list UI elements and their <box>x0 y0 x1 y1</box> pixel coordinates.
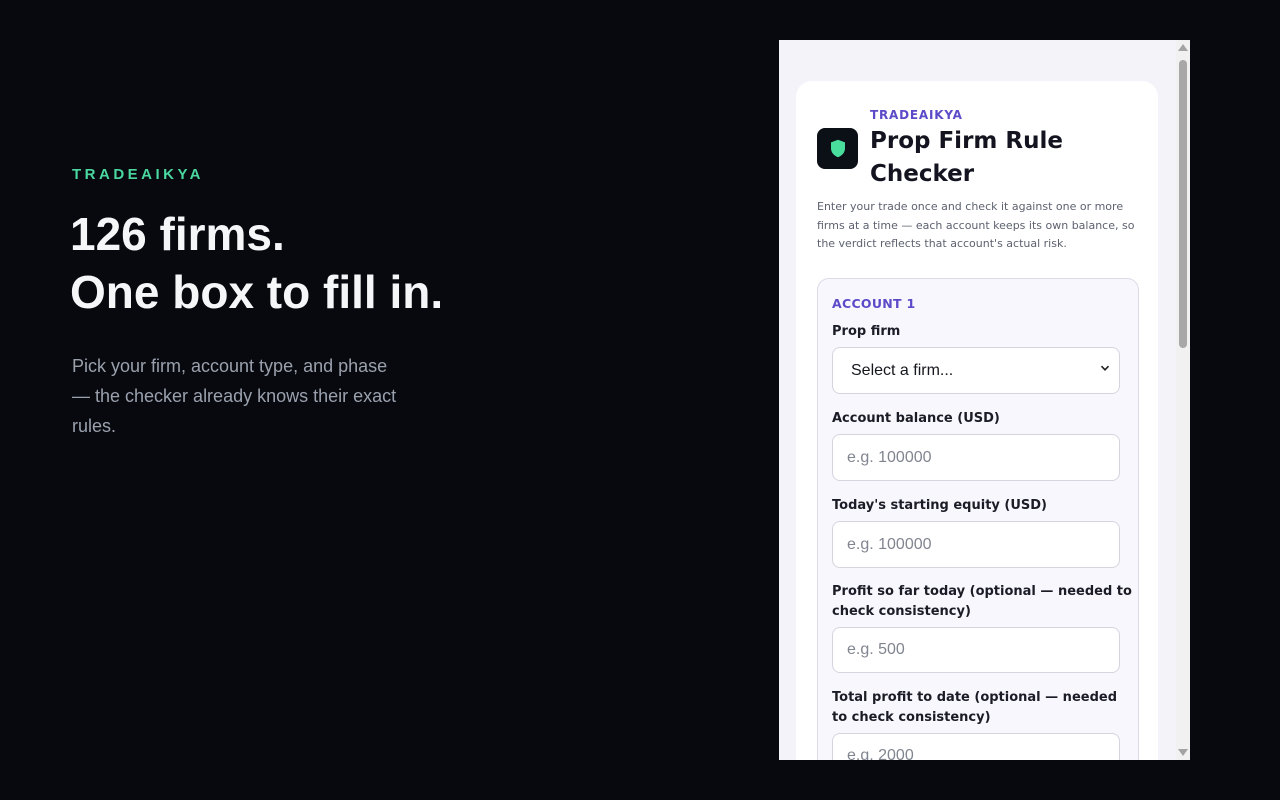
balance-input[interactable]: e.g. 100000 <box>832 434 1120 481</box>
hero-brand: TRADEAIKYA <box>72 166 204 183</box>
hero-section: TRADEAIKYA 126 firms. One box to fill in… <box>70 166 592 441</box>
extension-popup: TRADEAIKYA Prop Firm Rule Checker Enter … <box>779 40 1190 760</box>
equity-input[interactable]: e.g. 100000 <box>832 521 1120 568</box>
popup-description: Enter your trade once and check it again… <box>817 200 1135 250</box>
scrollbar-thumb[interactable] <box>1179 60 1187 348</box>
profit-today-placeholder: e.g. 500 <box>847 641 905 658</box>
profit-today-label: Profit so far today (optional — needed t… <box>832 584 1132 619</box>
popup-title: Prop Firm Rule Checker <box>870 128 1063 187</box>
checker-card: TRADEAIKYA Prop Firm Rule Checker Enter … <box>796 81 1158 760</box>
total-profit-label: Total profit to date (optional — needed … <box>832 690 1118 725</box>
hero-title-line-1: 126 firms. <box>70 208 285 260</box>
prop-firm-label: Prop firm <box>832 324 901 339</box>
total-profit-input[interactable]: e.g. 2000 <box>832 733 1120 760</box>
scroll-down-arrow-icon[interactable] <box>1178 749 1188 756</box>
profit-today-input[interactable]: e.g. 500 <box>832 627 1120 673</box>
popup-scrollbar[interactable] <box>1176 40 1190 760</box>
popup-brand: TRADEAIKYA <box>870 108 963 122</box>
shield-icon <box>830 139 845 158</box>
balance-placeholder: e.g. 100000 <box>847 449 932 466</box>
balance-label: Account balance (USD) <box>832 411 1000 426</box>
equity-label: Today's starting equity (USD) <box>832 498 1048 513</box>
total-profit-placeholder: e.g. 2000 <box>847 747 914 760</box>
chevron-down-icon <box>1100 365 1110 371</box>
equity-placeholder: e.g. 100000 <box>847 536 932 553</box>
account-title: ACCOUNT 1 <box>832 296 916 311</box>
hero-title-line-2: One box to fill in. <box>70 266 444 318</box>
prop-firm-select[interactable]: Select a firm... <box>832 347 1120 394</box>
account-panel: ACCOUNT 1 Prop firm Select a firm... Acc… <box>817 278 1139 760</box>
app-logo <box>817 128 858 169</box>
hero-title: 126 firms. One box to fill in. <box>70 205 590 321</box>
hero-subtitle: Pick your firm, account type, and phase … <box>72 356 397 436</box>
scroll-up-arrow-icon[interactable] <box>1178 44 1188 51</box>
prop-firm-select-value: Select a firm... <box>851 362 954 379</box>
